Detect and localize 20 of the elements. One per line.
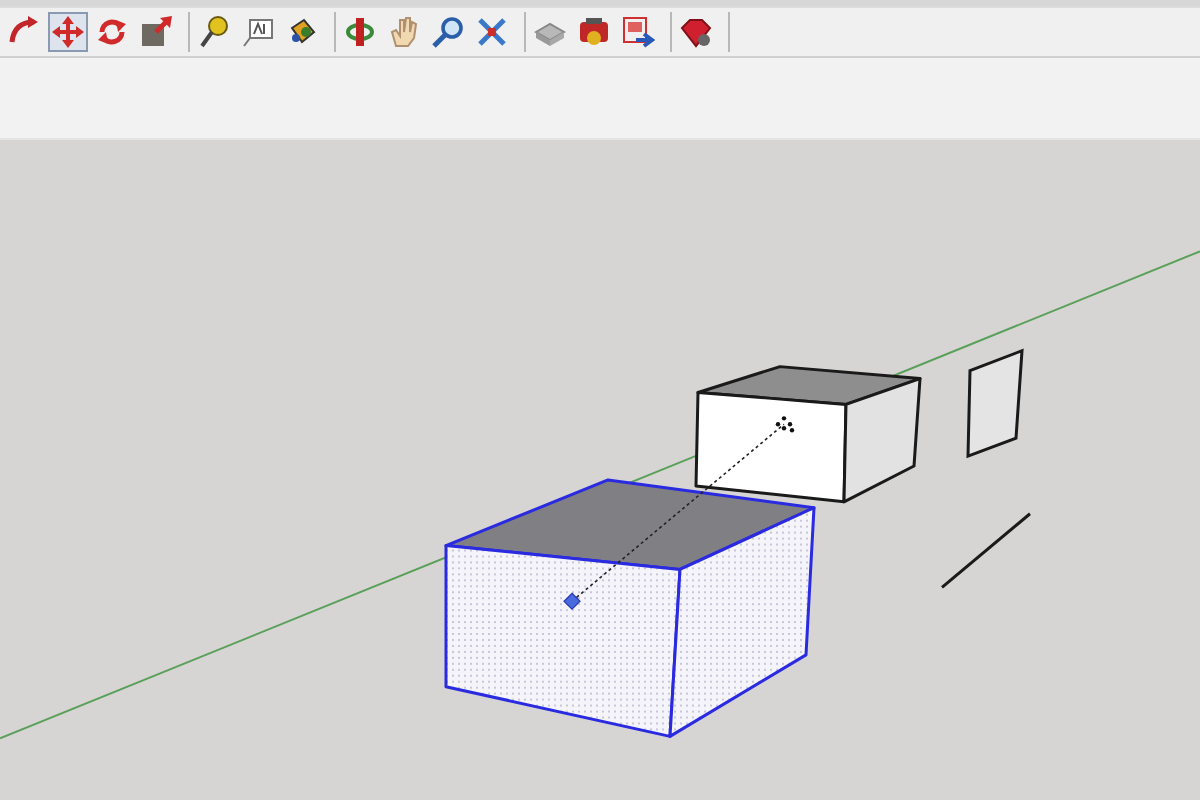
tape-measure-icon <box>196 14 232 50</box>
tool-button[interactable] <box>428 12 468 52</box>
tool-button[interactable] <box>340 12 380 52</box>
gem-icon <box>678 14 714 50</box>
box-with-arrow-icon <box>138 14 174 50</box>
diagonal-arrows-icon <box>474 14 510 50</box>
circular-arrows-icon <box>94 14 130 50</box>
toolbox-icon <box>576 14 612 50</box>
tool-button[interactable] <box>136 12 176 52</box>
cursor-dots <box>775 416 795 433</box>
point-marker <box>563 592 581 610</box>
magnifier-icon <box>430 14 466 50</box>
rectangle-face <box>966 348 1024 459</box>
tool-button[interactable] <box>618 12 658 52</box>
edge-line <box>941 512 1031 589</box>
four-way-arrow-icon <box>50 14 86 50</box>
page-with-arrow-icon <box>620 14 656 50</box>
orbit-icon <box>342 14 378 50</box>
hand-icon <box>386 14 422 50</box>
label-icon <box>240 14 276 50</box>
